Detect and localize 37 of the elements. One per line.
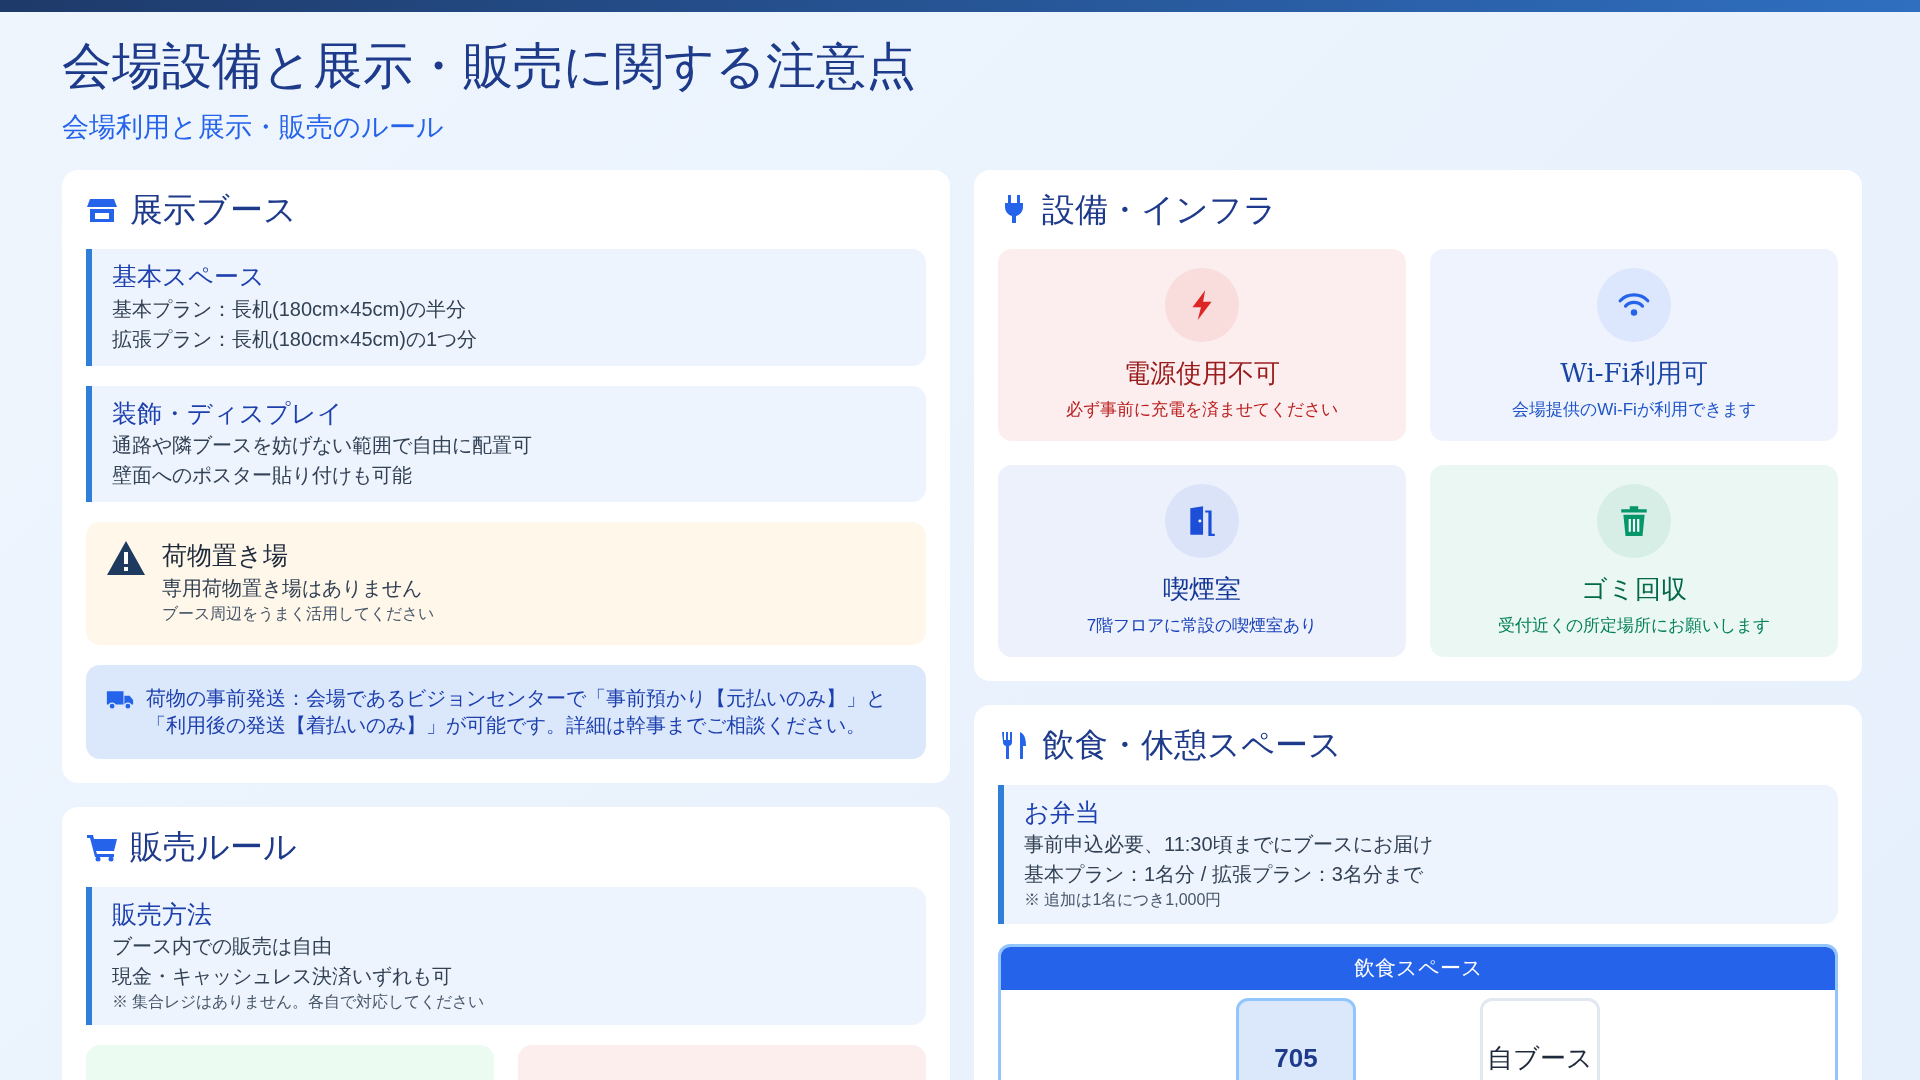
info-title: 販売方法 <box>112 898 213 931</box>
facility-text: 会場提供のWi-Fiが利用できます <box>1512 398 1756 421</box>
facility-title: ゴミ回収 <box>1581 572 1687 606</box>
page-subtitle: 会場利用と展示・販売のルール <box>62 110 445 144</box>
info-line: ブース内での販売は自由 <box>112 934 333 960</box>
info-title: 装飾・ディスプレイ <box>112 397 344 430</box>
info-line: 事前申込必要、11:30頃までにブースにお届け <box>1024 832 1434 858</box>
info-line: 専用荷物置き場はありません <box>162 575 423 601</box>
info-line: 通路や隣ブースを妨げない範囲で自由に配置可 <box>112 433 533 459</box>
facility-text: 必ず事前に充電を済ませてください <box>1066 398 1338 421</box>
truck-icon <box>106 689 134 711</box>
info-line: 基本プラン：長机(180cm×45cm)の半分 <box>112 296 467 322</box>
info-line: 現金・キャッシュレス決済いずれも可 <box>112 964 453 990</box>
info-note: ブース周辺をうまく活用してください <box>162 603 434 624</box>
room-tile: 705 <box>1236 998 1356 1080</box>
facility-title: 喫煙室 <box>1163 572 1241 606</box>
facility-text: 受付近くの所定場所にお願いします <box>1498 614 1770 637</box>
facility-text: 7階フロアに常設の喫煙室あり <box>1086 614 1318 637</box>
page-title: 会場設備と展示・販売に関する注意点 <box>62 36 917 97</box>
facility-title: 電源使用不可 <box>1124 356 1280 390</box>
section-heading: 販売ルール <box>130 827 297 867</box>
facility-title: Wi-Fi利用可 <box>1560 356 1708 390</box>
info-note: ※ 集合レジはありません。各自で対応してください <box>112 992 486 1013</box>
section-heading: 設備・インフラ <box>1042 189 1277 230</box>
info-line: 壁面へのポスター貼り付けも可能 <box>112 463 413 489</box>
notice-text: 荷物の事前発送：会場であるビジョンセンターで「事前預かり【元払いのみ】」と「利用後の発送【着払いのみ】」が可能です。詳細は幹事までご相談ください。 <box>146 686 887 738</box>
info-title: 基本スペース <box>112 261 266 294</box>
info-title: お弁当 <box>1024 796 1101 829</box>
info-line: 基本プラン：1名分 / 拡張プラン：3名分まで <box>1024 862 1424 888</box>
info-note: ※ 追加は1名につき1,000円 <box>1024 890 1223 911</box>
section-heading: 飲食・休憩スペース <box>1042 725 1342 765</box>
warning-icon <box>106 540 146 577</box>
section-heading: 展示ブース <box>130 189 297 230</box>
map-header: 飲食スペース <box>1001 946 1835 991</box>
info-line: 拡張プラン：長机(180cm×45cm)の1つ分 <box>112 326 479 352</box>
room-tile: 自ブース <box>1480 998 1600 1080</box>
warning-title: 荷物置き場 <box>162 540 289 573</box>
